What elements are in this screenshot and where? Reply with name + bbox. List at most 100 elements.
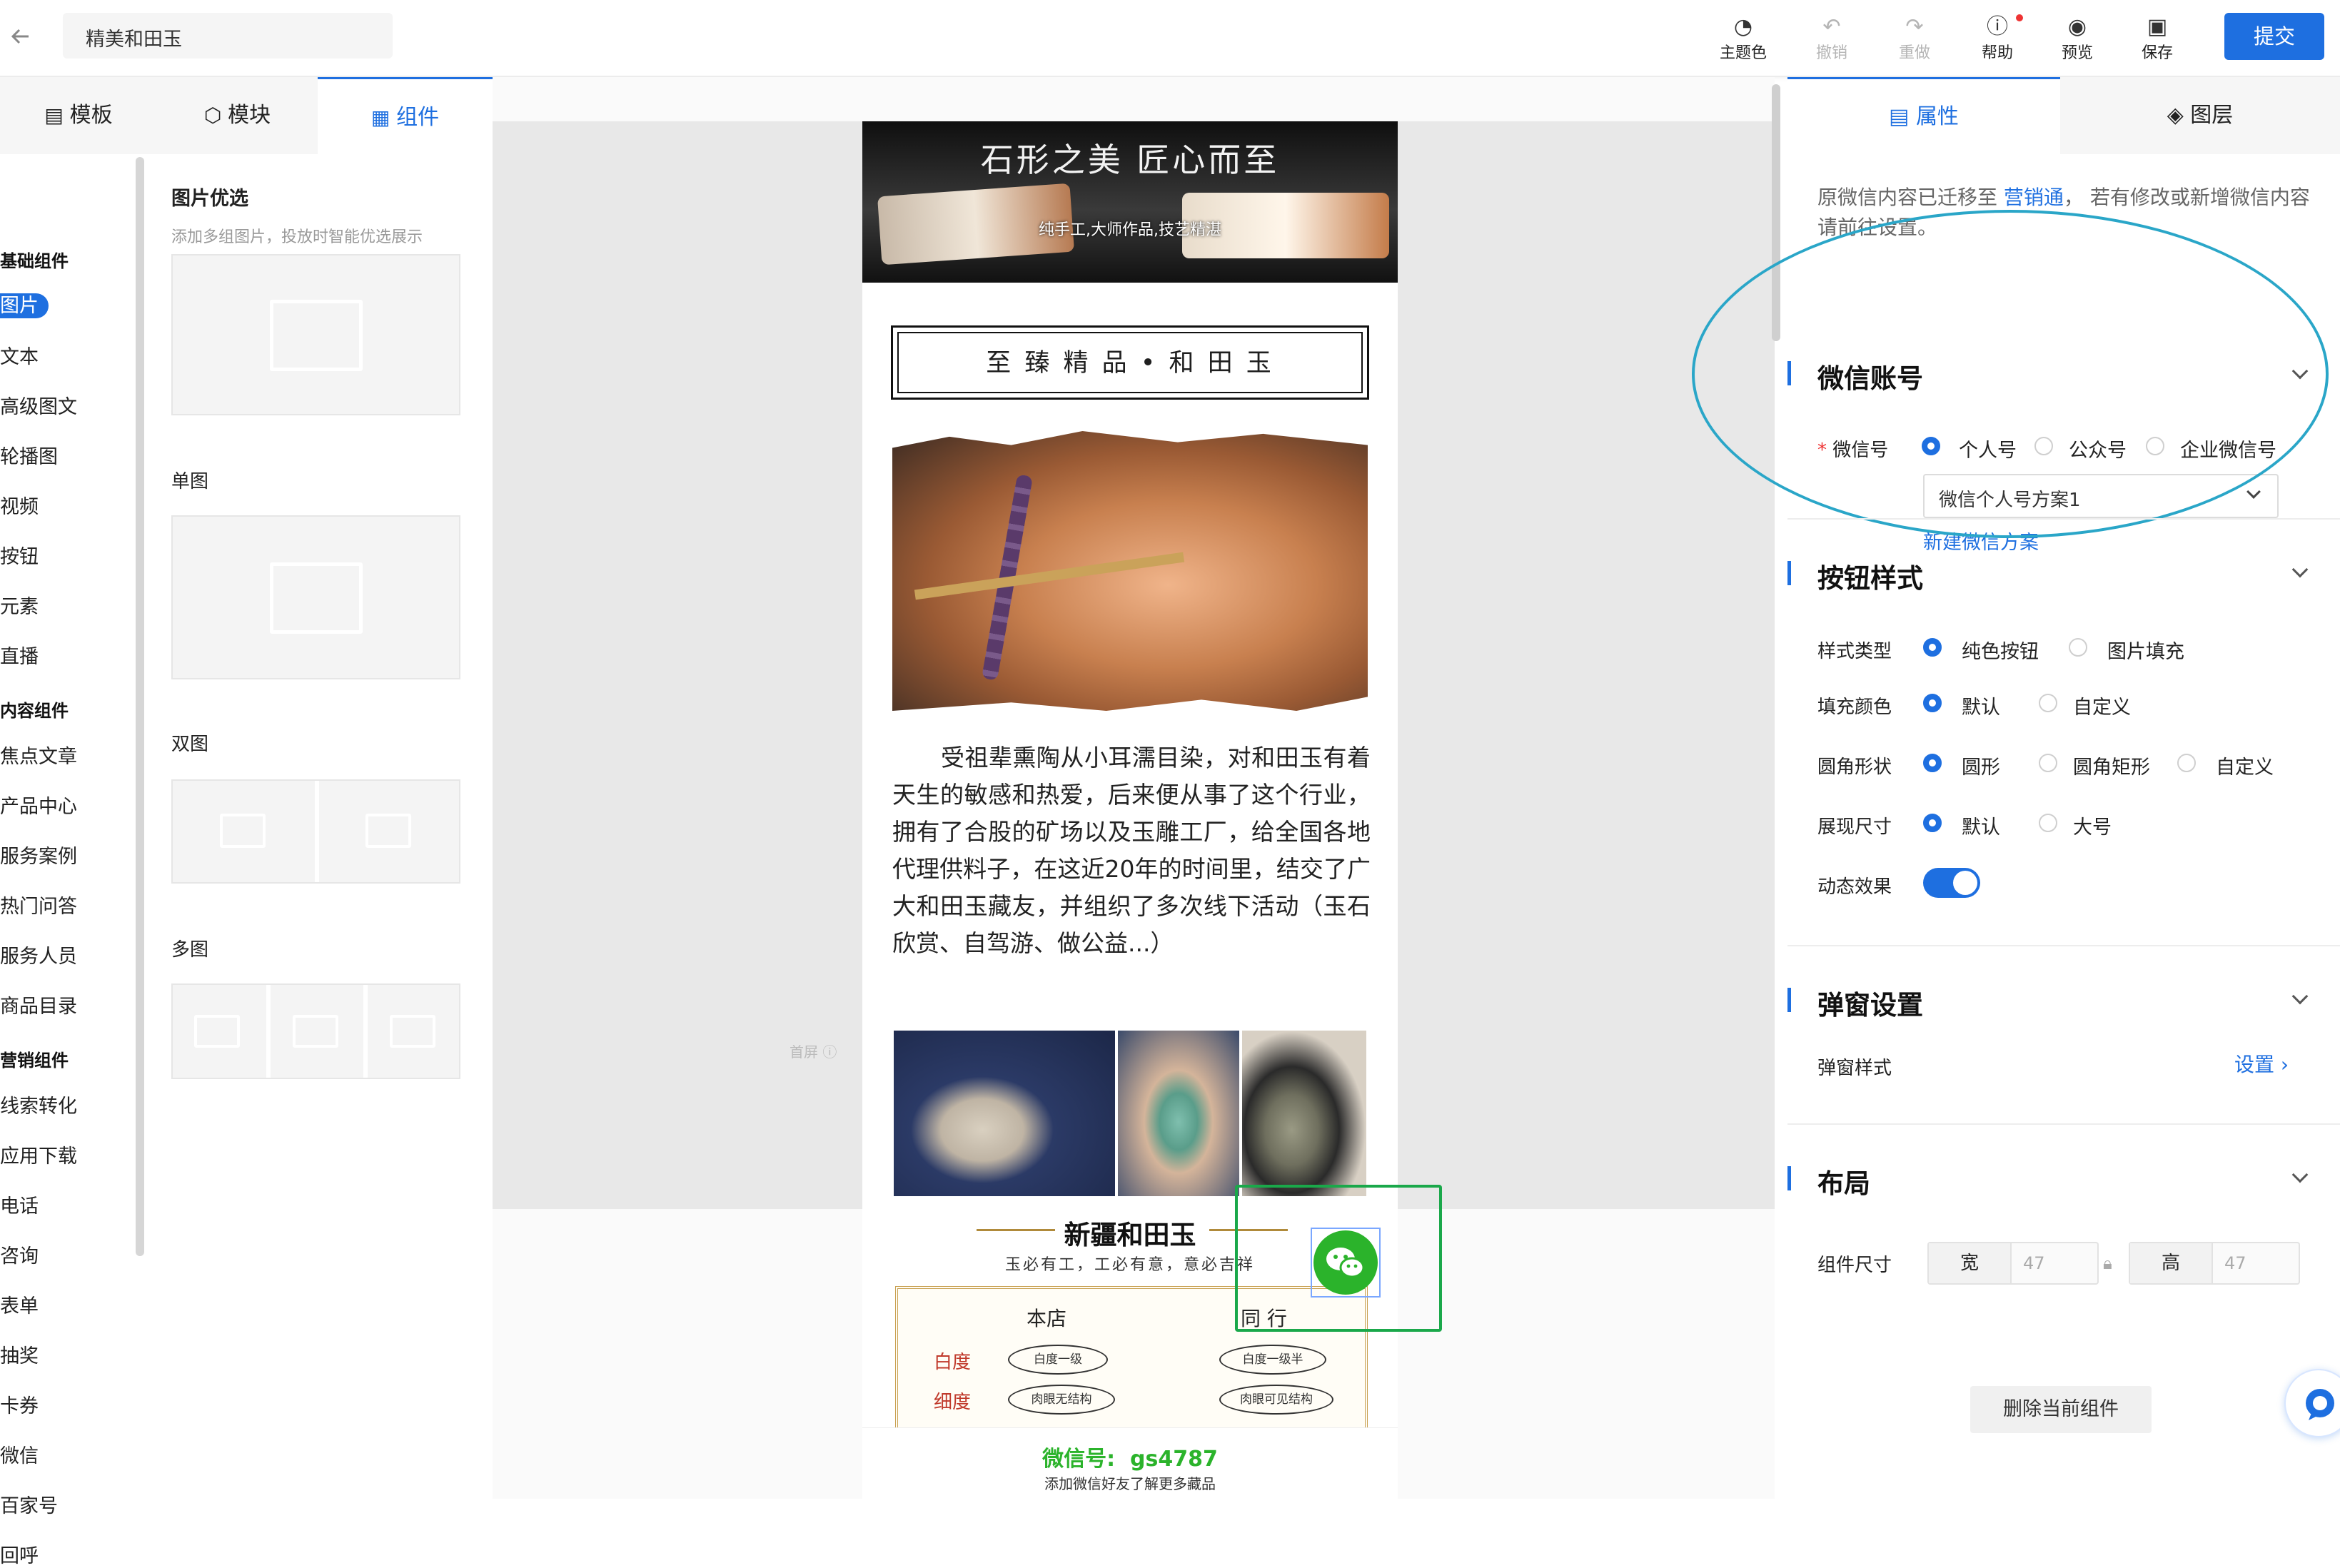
intro-paragraph: 受祖辈熏陶从小耳濡目染，对和田玉有着天生的敏感和热爱，后来便从事了这个行业，拥有… bbox=[892, 744, 1371, 957]
comp-hot-qa[interactable]: 热门问答 bbox=[0, 891, 77, 919]
section-bar bbox=[1787, 561, 1791, 585]
help-button[interactable]: ⓘ 帮助 bbox=[1963, 14, 2032, 63]
theme-color-button[interactable]: ◔ 主题色 bbox=[1709, 14, 1777, 63]
radio-custom-shape[interactable] bbox=[2177, 754, 2196, 772]
comp-carousel[interactable]: 轮播图 bbox=[0, 441, 58, 469]
comp-coupon[interactable]: 卡券 bbox=[0, 1390, 39, 1418]
comp-live[interactable]: 直播 bbox=[0, 641, 39, 669]
eye-icon: ◉ bbox=[2067, 14, 2087, 39]
redo-button[interactable]: ↷ 重做 bbox=[1880, 14, 1949, 63]
arrow-left-icon[interactable] bbox=[10, 26, 31, 47]
gallery-photo-2[interactable] bbox=[1118, 1031, 1239, 1196]
divider bbox=[266, 985, 271, 1078]
preview-button[interactable]: ◉ 预览 bbox=[2043, 14, 2112, 63]
comp-rich-text[interactable]: 高级图文 bbox=[0, 391, 77, 419]
section-title: 弹窗设置 bbox=[1817, 990, 1923, 1021]
multi-image-placeholder[interactable] bbox=[171, 983, 460, 1079]
divider bbox=[315, 781, 319, 882]
comp-button[interactable]: 按钮 bbox=[0, 541, 39, 569]
section-title: 按钮样式 bbox=[1817, 563, 1923, 594]
wechat-float-button[interactable] bbox=[1313, 1230, 1378, 1295]
width-label: 宽 bbox=[1929, 1243, 2012, 1283]
online-service-button[interactable] bbox=[2284, 1369, 2340, 1437]
section-bar bbox=[1787, 1166, 1791, 1190]
comp-form[interactable]: 表单 bbox=[0, 1290, 39, 1318]
comp-product-catalog[interactable]: 商品目录 bbox=[0, 991, 77, 1018]
tab-layers[interactable]: ◈ 图层 bbox=[2060, 77, 2340, 154]
radio-default-size[interactable] bbox=[1923, 814, 1942, 832]
banner-title: 石形之美 匠心而至 bbox=[980, 141, 1280, 179]
palette-icon: ◔ bbox=[1733, 14, 1753, 39]
page-title-field[interactable]: 精美和田玉 bbox=[63, 13, 393, 59]
comp-lead-conversion[interactable]: 线索转化 bbox=[0, 1091, 77, 1118]
oval-right-2: 肉眼可见结构 bbox=[1219, 1385, 1333, 1415]
chevron-down-icon[interactable] bbox=[2291, 988, 2309, 1005]
title-frame[interactable]: 至 臻 精 品 • 和 田 玉 bbox=[891, 325, 1369, 400]
save-icon: ▣ bbox=[2147, 14, 2168, 39]
editor-canvas: 首屏 ⓘ 石形之美 匠心而至 纯手工,大师作品,技艺精湛 至 臻 精 品 • 和… bbox=[493, 77, 1780, 1499]
radio-default-color[interactable] bbox=[1923, 694, 1942, 712]
annotation-circle bbox=[1692, 210, 2329, 538]
comp-wechat[interactable]: 微信 bbox=[0, 1440, 39, 1468]
radio-solid-button[interactable] bbox=[1923, 638, 1942, 657]
section-bar bbox=[1787, 988, 1791, 1012]
radio-circle[interactable] bbox=[1923, 754, 1942, 772]
comp-focus-article[interactable]: 焦点文章 bbox=[0, 741, 77, 769]
category-marketing: 营销组件 bbox=[0, 1051, 69, 1071]
comp-callback[interactable]: 回呼 bbox=[0, 1540, 39, 1568]
comp-service-staff[interactable]: 服务人员 bbox=[0, 941, 77, 968]
comp-baijiahao[interactable]: 百家号 bbox=[0, 1490, 58, 1518]
row-label-whiteness: 白度 bbox=[934, 1352, 972, 1373]
gallery-photo-3[interactable] bbox=[1242, 1031, 1366, 1196]
comp-phone[interactable]: 电话 bbox=[0, 1190, 39, 1218]
tab-module[interactable]: ⬡ 模块 bbox=[157, 77, 318, 154]
wechat-id-text: 微信号: gs4787 bbox=[1042, 1447, 1218, 1472]
delete-component-button[interactable]: 删除当前组件 bbox=[1970, 1386, 2152, 1433]
comp-product-center[interactable]: 产品中心 bbox=[0, 791, 77, 819]
banner-image[interactable]: 石形之美 匠心而至 纯手工,大师作品,技艺精湛 bbox=[862, 121, 1398, 283]
comp-video[interactable]: 视频 bbox=[0, 491, 39, 519]
radio-label: 纯色按钮 bbox=[1962, 641, 2039, 663]
lock-icon[interactable]: 🔒︎ bbox=[2103, 1253, 2112, 1273]
carving-tool bbox=[914, 552, 1185, 600]
comp-lottery[interactable]: 抽奖 bbox=[0, 1340, 39, 1368]
single-image-placeholder[interactable] bbox=[171, 515, 460, 679]
variant-preferred-hint: 添加多组图片，投放时智能优选展示 bbox=[171, 228, 423, 246]
chevron-down-icon[interactable] bbox=[2291, 1166, 2309, 1183]
category-scrollbar[interactable] bbox=[136, 157, 144, 1256]
banner-subtitle: 纯手工,大师作品,技艺精湛 bbox=[1039, 221, 1221, 239]
craft-photo[interactable] bbox=[892, 431, 1368, 711]
radio-image-fill[interactable] bbox=[2069, 638, 2087, 657]
image-placeholder-icon bbox=[270, 300, 363, 371]
submit-button[interactable]: 提交 bbox=[2224, 13, 2324, 60]
comp-service-case[interactable]: 服务案例 bbox=[0, 841, 77, 869]
comp-image[interactable]: 图片 bbox=[0, 290, 49, 318]
animation-toggle[interactable] bbox=[1923, 868, 1980, 898]
comp-element[interactable]: 元素 bbox=[0, 591, 39, 619]
comp-app-download[interactable]: 应用下载 bbox=[0, 1140, 77, 1168]
marketing-link[interactable]: 营销通 bbox=[2004, 186, 2064, 209]
animation-label: 动态效果 bbox=[1817, 876, 1892, 898]
tab-properties[interactable]: ▤ 属性 bbox=[1787, 77, 2060, 154]
radio-rounded-rect[interactable] bbox=[2039, 754, 2057, 772]
radio-custom-color[interactable] bbox=[2039, 694, 2057, 712]
image-preferred-placeholder[interactable] bbox=[171, 254, 460, 415]
comp-text[interactable]: 文本 bbox=[0, 341, 39, 369]
popup-settings-link[interactable]: 设置 › bbox=[2234, 1049, 2289, 1078]
undo-button[interactable]: ↶ 撤销 bbox=[1797, 14, 1866, 63]
save-button[interactable]: ▣ 保存 bbox=[2123, 14, 2192, 63]
tab-template[interactable]: ▤ 模板 bbox=[0, 77, 157, 154]
comp-consult[interactable]: 咨询 bbox=[0, 1240, 39, 1268]
height-input[interactable]: 高 47 bbox=[2129, 1242, 2300, 1285]
tab-component[interactable]: ▦ 组件 bbox=[318, 77, 493, 154]
divider bbox=[363, 985, 368, 1078]
wechat-bar[interactable]: 微信号: gs4787 添加微信好友了解更多藏品 bbox=[862, 1427, 1398, 1499]
chart-left-heading: 本店 bbox=[1027, 1307, 1067, 1330]
chat-support-icon bbox=[2306, 1389, 2334, 1420]
chevron-down-icon[interactable] bbox=[2291, 561, 2309, 578]
radio-large-size[interactable] bbox=[2039, 814, 2057, 832]
width-input[interactable]: 宽 47 bbox=[1927, 1242, 2099, 1285]
top-toolbar: 精美和田玉 ◔ 主题色 ↶ 撤销 ↷ 重做 ⓘ 帮助 ◉ 预览 ▣ 保存 提交 bbox=[0, 0, 2340, 77]
double-image-placeholder[interactable] bbox=[171, 779, 460, 884]
gallery-photo-1[interactable] bbox=[894, 1031, 1115, 1196]
